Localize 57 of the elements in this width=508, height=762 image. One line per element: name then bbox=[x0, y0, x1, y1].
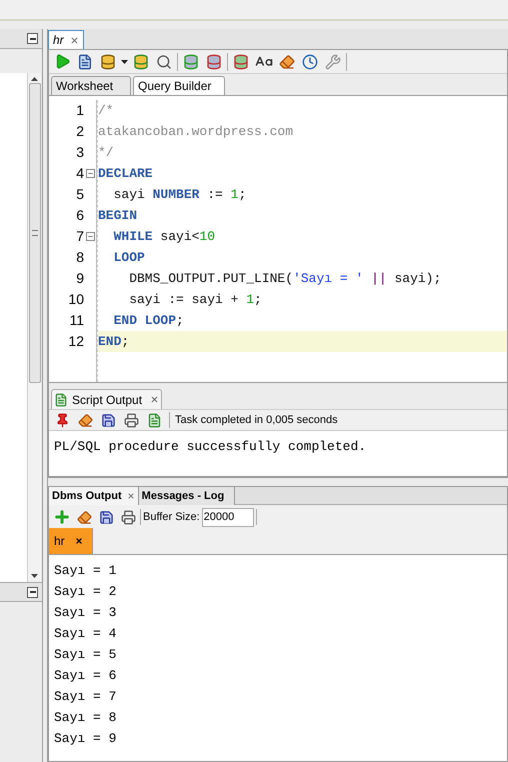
output-line: Sayı = 7 bbox=[54, 688, 118, 706]
minimize-icon[interactable] bbox=[27, 33, 38, 44]
line-number: 11 bbox=[69, 311, 84, 330]
panel-tab[interactable]: Messages - Log bbox=[138, 487, 236, 505]
output-text: PL/SQL procedure successfully completed. bbox=[54, 439, 366, 454]
line-number: 3 bbox=[76, 143, 84, 162]
connection-tab[interactable]: hr bbox=[49, 528, 93, 554]
code-line: LOOP bbox=[112, 248, 146, 267]
code-line: END LOOP; bbox=[112, 312, 185, 330]
line-number: 12 bbox=[68, 332, 84, 351]
fold-icon[interactable] bbox=[86, 232, 95, 241]
close-icon bbox=[70, 36, 79, 44]
output-line: Sayı = 6 bbox=[54, 666, 118, 685]
document-icon bbox=[54, 392, 68, 406]
caret-icon[interactable] bbox=[121, 60, 128, 64]
output-line: Sayı = 2 bbox=[54, 582, 118, 601]
editor-subtab[interactable]: Worksheet bbox=[51, 76, 131, 95]
script-output-tab[interactable]: Script Output bbox=[51, 389, 162, 409]
minimize-icon[interactable] bbox=[27, 586, 38, 598]
fold-icon[interactable] bbox=[86, 169, 95, 178]
code-line: /* bbox=[98, 102, 115, 120]
clock-icon[interactable] bbox=[300, 52, 320, 72]
output-line: Sayı = 1 bbox=[54, 562, 118, 580]
code-line: DECLARE bbox=[98, 164, 154, 183]
code-line: sayi NUMBER := 1; bbox=[112, 186, 248, 204]
code-line: WHILE sayi<10 bbox=[112, 228, 216, 246]
output-line: Sayı = 8 bbox=[54, 708, 118, 727]
output-line: Sayı = 3 bbox=[54, 604, 118, 622]
code-line: atakancoban.wordpress.com bbox=[98, 122, 294, 141]
buffer-size-field[interactable]: 20000 bbox=[202, 508, 254, 526]
output-line: Sayı = 4 bbox=[54, 624, 118, 643]
close-icon bbox=[74, 537, 83, 545]
line-number: 9 bbox=[76, 269, 84, 288]
output-line: Sayı = 9 bbox=[54, 730, 118, 748]
status-text: Task completed in 0,005 seconds bbox=[175, 412, 338, 428]
editor-tab[interactable]: hr bbox=[48, 30, 84, 49]
code-line: sayi := sayi + 1; bbox=[128, 290, 263, 309]
line-number: 6 bbox=[76, 206, 84, 225]
line-number: 7 bbox=[76, 227, 84, 246]
line-number: 1 bbox=[76, 101, 84, 120]
editor-subtab[interactable]: Query Builder bbox=[133, 76, 225, 95]
line-number: 2 bbox=[76, 122, 84, 141]
code-line: */ bbox=[98, 144, 115, 162]
code-line: DBMS_OUTPUT.PUT_LINE('Sayı = ' || sayi); bbox=[128, 270, 442, 288]
line-number: 10 bbox=[68, 290, 84, 309]
output-line: Sayı = 5 bbox=[54, 646, 118, 664]
line-number: 8 bbox=[76, 248, 84, 267]
close-icon bbox=[126, 492, 135, 500]
buffer-size-label: Buffer Size: bbox=[143, 510, 200, 525]
scroll-up-icon[interactable] bbox=[31, 77, 38, 81]
grip-icon bbox=[32, 230, 38, 236]
panel-tab[interactable]: Dbms Output bbox=[49, 487, 139, 505]
scroll-down-icon[interactable] bbox=[31, 574, 38, 578]
close-icon bbox=[150, 395, 160, 404]
code-line: BEGIN bbox=[98, 206, 138, 225]
line-number: 5 bbox=[76, 185, 84, 204]
line-number: 4 bbox=[76, 164, 84, 183]
